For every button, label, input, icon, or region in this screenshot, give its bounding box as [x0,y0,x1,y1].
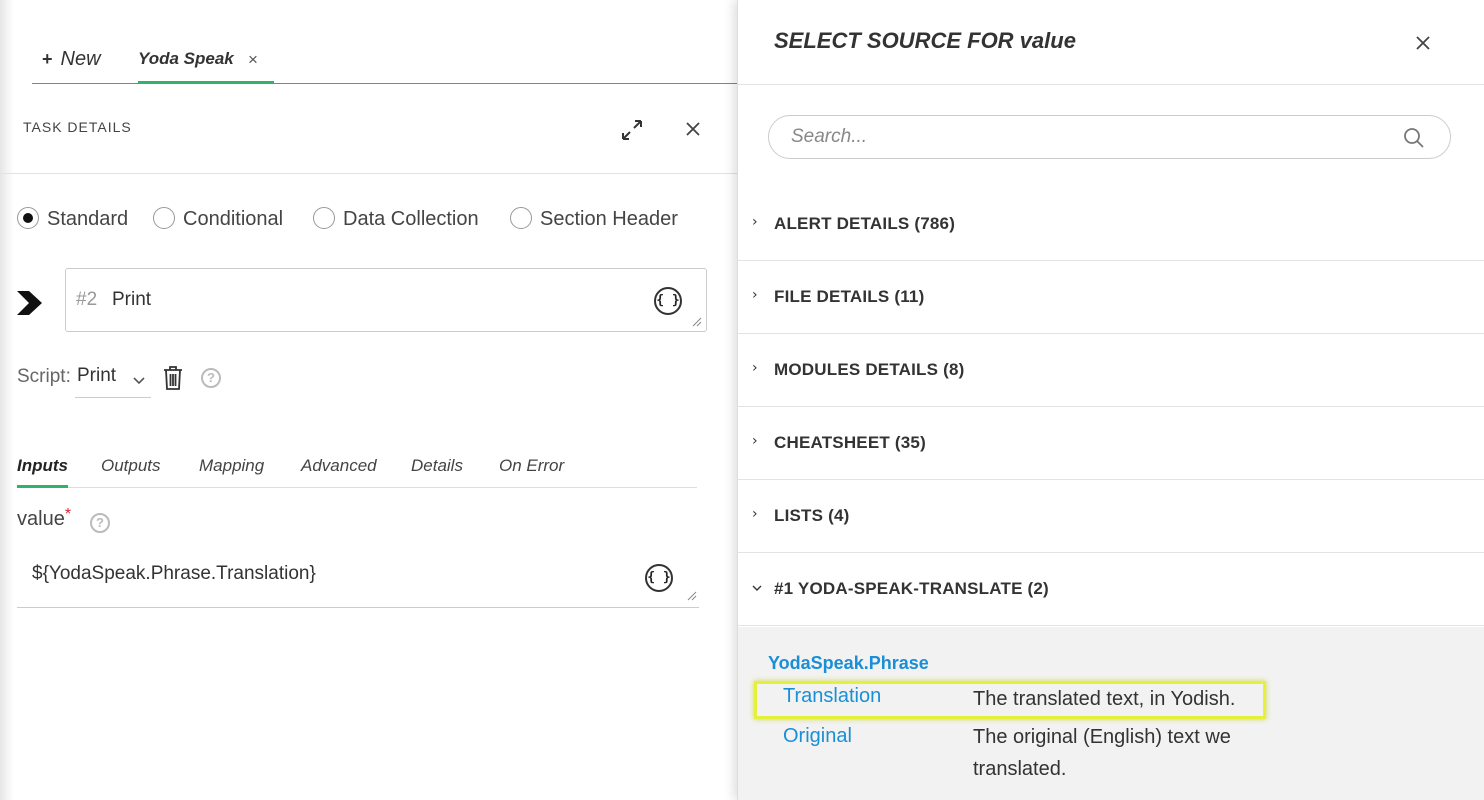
braces-icon[interactable]: { } [654,287,682,315]
radio-empty-icon [153,206,175,229]
field-description: The original (English) text we translate… [973,726,1231,780]
plus-icon: + [42,49,53,69]
chevron-down-icon [133,377,145,385]
group-title: FILE DETAILS (11) [774,287,925,306]
group-lists[interactable]: › LISTS (4) [738,480,1484,553]
close-icon[interactable] [682,118,704,140]
chevron-right-icon [17,291,42,315]
group-title: ALERT DETAILS (786) [774,214,956,233]
expand-icon[interactable] [620,118,644,142]
radio-section-header[interactable]: Section Header [510,206,678,231]
help-icon[interactable]: ? [90,513,110,533]
field-description: The translated text, in Yodish. [973,688,1236,710]
tab-inputs[interactable]: Inputs [17,456,68,488]
radio-data-collection[interactable]: Data Collection [313,206,479,231]
caret-right-icon: › [752,360,758,376]
select-source-panel: SELECT SOURCE FOR value › ALERT DETAILS … [737,0,1484,800]
resize-handle-icon[interactable] [687,591,697,601]
search-input[interactable] [791,124,1391,150]
tab-details[interactable]: Details [411,456,463,476]
new-tab-label: New [60,48,101,70]
object-name-link[interactable]: YodaSpeak.Phrase [768,653,929,674]
radio-empty-icon [313,206,335,229]
required-mark: * [64,506,72,523]
trash-icon[interactable] [163,365,183,391]
group-modules-details[interactable]: › MODULES DETAILS (8) [738,334,1484,407]
script-select[interactable]: Print [75,362,151,398]
tab-mapping[interactable]: Mapping [199,456,264,476]
task-name-field[interactable]: #2 Print { } [65,268,707,332]
group-alert-details[interactable]: › ALERT DETAILS (786) [738,188,1484,261]
input-value-text: ${YodaSpeak.Phrase.Translation} [32,563,316,584]
radio-label: Conditional [183,208,284,230]
group-title: MODULES DETAILS (8) [774,360,965,379]
group-title: #1 YODA-SPEAK-TRANSLATE (2) [774,579,1049,598]
input-value-label: value* [17,506,72,531]
task-name-text: Print [112,289,152,310]
search-icon[interactable] [1403,127,1425,149]
source-panel-header: SELECT SOURCE FOR value [738,0,1484,85]
task-number: #2 [76,289,98,310]
task-tab-bar: + New Yoda Speak × [32,40,737,84]
caret-right-icon: › [752,433,758,449]
tab-advanced[interactable]: Advanced [301,456,377,476]
input-label-text: value [17,508,65,530]
group-title: LISTS (4) [774,506,850,525]
task-details-header: TASK DETAILS [0,84,737,174]
input-value-field[interactable]: ${YodaSpeak.Phrase.Translation} { } [17,550,699,608]
help-icon[interactable]: ? [201,368,221,388]
radio-label: Section Header [540,208,678,230]
radio-standard[interactable]: Standard [17,206,129,231]
script-label: Script: [17,366,71,387]
radio-label: Standard [47,208,129,230]
caret-down-icon [752,585,762,591]
field-key-link[interactable]: Translation [783,685,881,708]
group-yoda-speak-translate[interactable]: #1 YODA-SPEAK-TRANSLATE (2) [738,553,1484,626]
group-cheatsheet[interactable]: › CHEATSHEET (35) [738,407,1484,480]
braces-icon[interactable]: { } [645,564,673,592]
resize-handle-icon[interactable] [692,317,702,327]
caret-right-icon: › [752,214,758,230]
radio-selected-icon [17,206,39,229]
task-sub-tabs: Inputs Outputs Mapping Advanced Details … [17,448,697,488]
task-details-panel: + New Yoda Speak × TASK DETAILS Standard … [0,0,737,800]
source-panel-title: SELECT SOURCE FOR value [774,28,1076,53]
field-row-translation: Translation The translated text, in Yodi… [783,685,1443,717]
radio-conditional[interactable]: Conditional [153,206,284,231]
tab-on-error[interactable]: On Error [499,456,564,476]
field-key-link[interactable]: Original [783,725,852,748]
task-details-title: TASK DETAILS [23,119,132,135]
caret-right-icon: › [752,506,758,522]
radio-empty-icon [510,206,532,229]
caret-right-icon: › [752,287,758,303]
script-select-value: Print [77,365,117,386]
group-file-details[interactable]: › FILE DETAILS (11) [738,261,1484,334]
close-icon[interactable] [1412,32,1434,54]
new-tab-button[interactable]: + New [42,48,101,71]
field-row-original: Original The original (English) text we … [783,725,1443,789]
search-box [768,115,1451,159]
close-tab-icon[interactable]: × [248,50,258,70]
tab-yoda-speak-label: Yoda Speak [138,49,234,68]
tab-outputs[interactable]: Outputs [101,456,161,476]
tab-yoda-speak[interactable]: Yoda Speak × [138,40,274,84]
group-title: CHEATSHEET (35) [774,433,926,452]
radio-label: Data Collection [343,208,479,230]
expanded-group-content: YodaSpeak.Phrase Translation The transla… [738,627,1484,800]
